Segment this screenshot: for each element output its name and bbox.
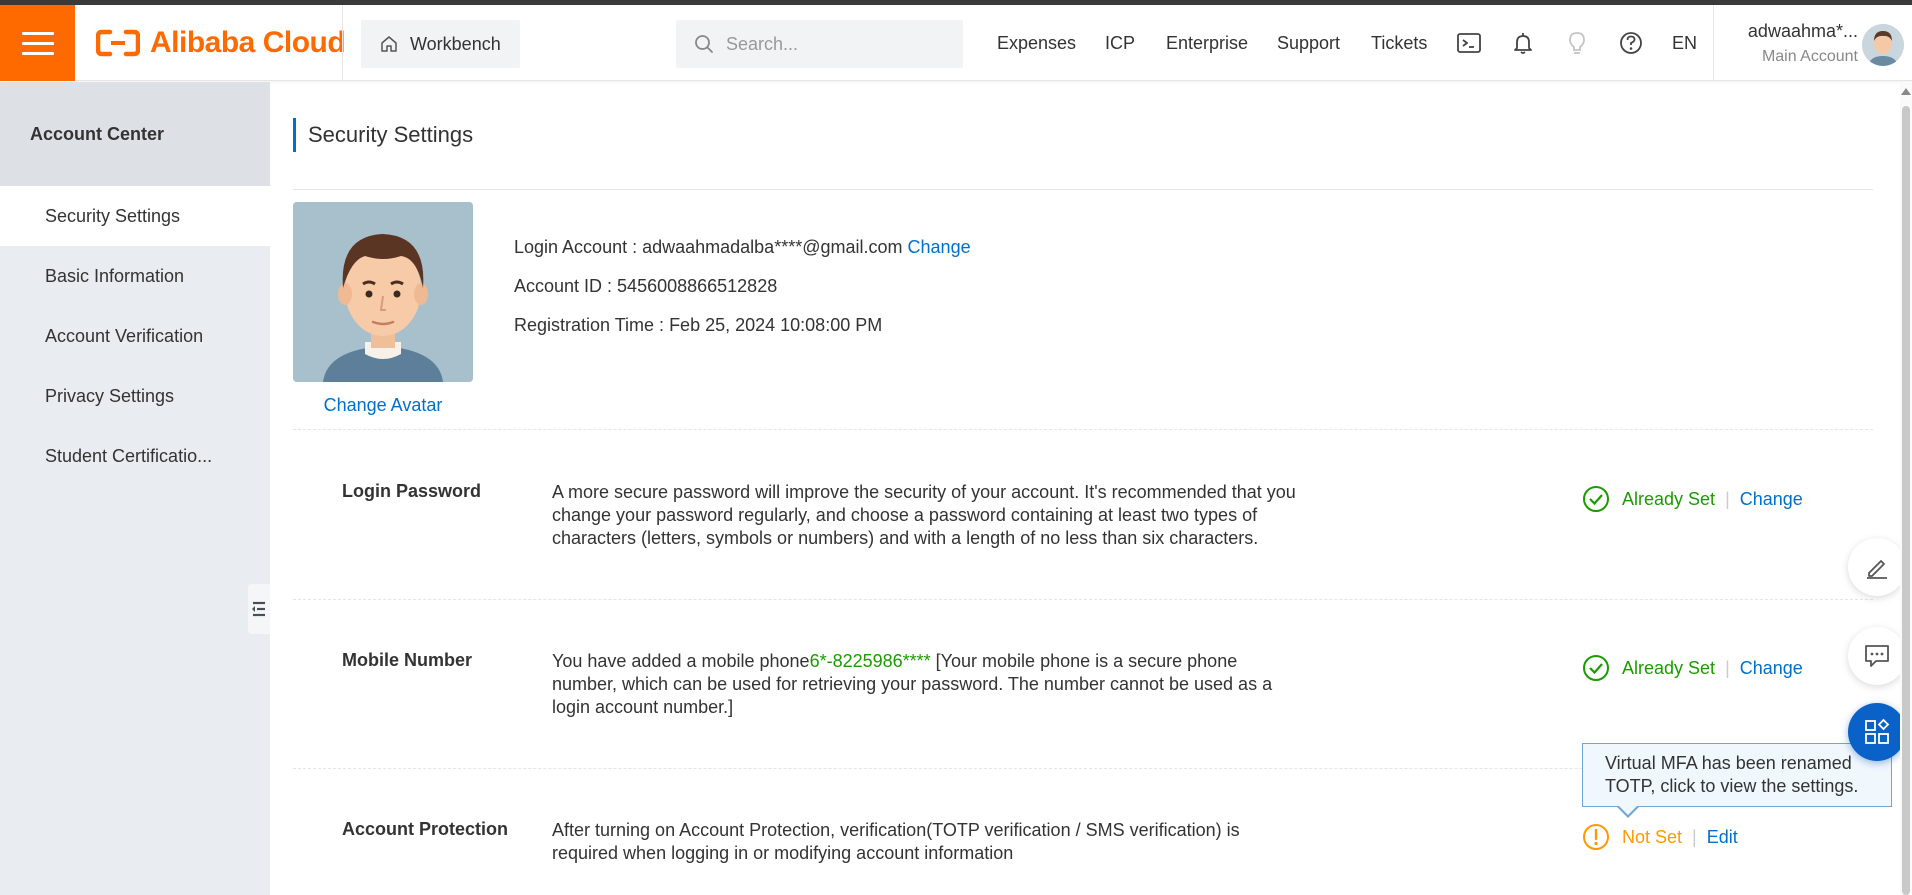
feedback-edit-button[interactable] [1848,538,1906,596]
mobile-desc-prefix: You have added a mobile phone [552,651,810,671]
account-protection-label: Account Protection [342,819,509,839]
sidebar-item-security-settings[interactable]: Security Settings [0,186,270,246]
check-circle-icon [1583,655,1609,681]
warning-circle-icon [1583,824,1609,850]
account-protection-status: Not Set | Edit [1582,822,1738,852]
scroll-up-arrow[interactable] [1901,88,1911,95]
change-mobile-link[interactable]: Change [1740,658,1803,679]
account-menu[interactable]: adwaahma*... Main Account [1728,21,1858,66]
divider [293,599,1873,600]
account-id-value: 5456008866512828 [617,276,778,296]
logo-text: Alibaba Cloud [150,26,346,59]
search-input[interactable] [726,33,946,55]
login-account-label: Login Account : [514,237,643,257]
menu-icon[interactable] [0,5,75,81]
sidebar-item-basic-information[interactable]: Basic Information [0,246,270,306]
nav-icp[interactable]: ICP [1105,5,1135,81]
nav-expenses[interactable]: Expenses [997,5,1076,81]
mobile-number-label: Mobile Number [342,650,473,670]
sidebar-item-student-certification[interactable]: Student Certificatio... [0,426,270,486]
account-id-info: Account ID : 5456008866512828 [514,276,777,297]
status-badge: Already Set [1622,657,1716,678]
separator: | [1725,657,1730,678]
help-icon[interactable] [1616,5,1646,81]
mobile-number-status: Already Set | Change [1582,653,1803,683]
check-circle-icon [1583,486,1609,512]
edit-icon [1867,560,1887,579]
tooltip-arrow-inner [1618,805,1638,815]
status-badge: Already Set [1622,488,1716,509]
registration-time-value: Feb 25, 2024 10:08:00 PM [669,315,883,335]
chat-icon [1865,645,1889,667]
separator: | [1725,488,1730,509]
change-login-account-link[interactable]: Change [908,237,971,257]
account-id-label: Account ID : [514,276,618,296]
apps-icon [1865,718,1890,744]
scrollbar[interactable] [1900,82,1912,895]
change-avatar-link[interactable]: Change Avatar [293,395,473,416]
login-password-description: A more secure password will improve the … [552,482,1296,548]
main-content: Security Settings Change Avatar Login Ac… [270,82,1912,895]
search-box[interactable] [676,20,963,68]
account-name: adwaahma*... [1747,21,1858,41]
totp-rename-tooltip[interactable]: Virtual MFA has been renamed TOTP, click… [1582,743,1892,807]
language-switch[interactable]: EN [1672,5,1697,81]
sidebar-item-privacy-settings[interactable]: Privacy Settings [0,366,270,426]
chat-button[interactable] [1848,627,1906,685]
login-password-label: Login Password [342,481,482,501]
registration-time-label: Registration Time : [514,315,670,335]
registration-time-info: Registration Time : Feb 25, 2024 10:08:0… [514,315,882,336]
divider [1713,5,1714,81]
search-icon [695,35,713,53]
status-badge: Not Set [1622,826,1683,847]
collapse-icon[interactable] [248,584,270,634]
edit-account-protection-link[interactable]: Edit [1707,827,1738,848]
nav-tickets[interactable]: Tickets [1371,5,1427,81]
apps-button[interactable] [1848,703,1906,761]
workbench-button[interactable]: Workbench [361,20,520,68]
alibaba-cloud-logo[interactable]: Alibaba Cloud [96,5,346,81]
login-password-status: Already Set | Change [1582,484,1803,514]
bell-icon[interactable] [1508,5,1538,81]
login-account-value: adwaahmadalba****@gmail.com [642,237,903,257]
lightbulb-icon[interactable] [1562,5,1592,81]
sidebar-title: Account Center [0,82,270,186]
login-account-info: Login Account : adwaahmadalba****@gmail.… [514,237,971,258]
divider [293,189,1873,190]
avatar[interactable] [293,202,473,382]
nav-enterprise[interactable]: Enterprise [1166,5,1248,81]
home-icon [381,36,397,52]
nav-support[interactable]: Support [1277,5,1340,81]
mobile-phone-value: 6*-8225986**** [809,651,931,671]
separator: | [1692,826,1697,847]
workbench-label: Workbench [410,33,501,54]
account-type: Main Account [1761,48,1858,65]
divider [293,429,1873,430]
page-title: Security Settings [293,118,473,152]
terminal-icon[interactable] [1454,5,1484,81]
scroll-thumb[interactable] [1902,106,1910,895]
mobile-number-description: You have added a mobile phone6*-8225986*… [552,650,1302,719]
divider [342,5,343,81]
avatar[interactable] [1862,24,1904,66]
alibaba-logo-icon [96,29,140,57]
change-password-link[interactable]: Change [1740,489,1803,510]
sidebar: Account Center Security Settings Basic I… [0,82,270,895]
account-protection-description: After turning on Account Protection, ver… [552,820,1240,863]
top-navigation-bar: Alibaba Cloud Workbench Expenses ICP Ent… [0,5,1912,81]
sidebar-item-account-verification[interactable]: Account Verification [0,306,270,366]
